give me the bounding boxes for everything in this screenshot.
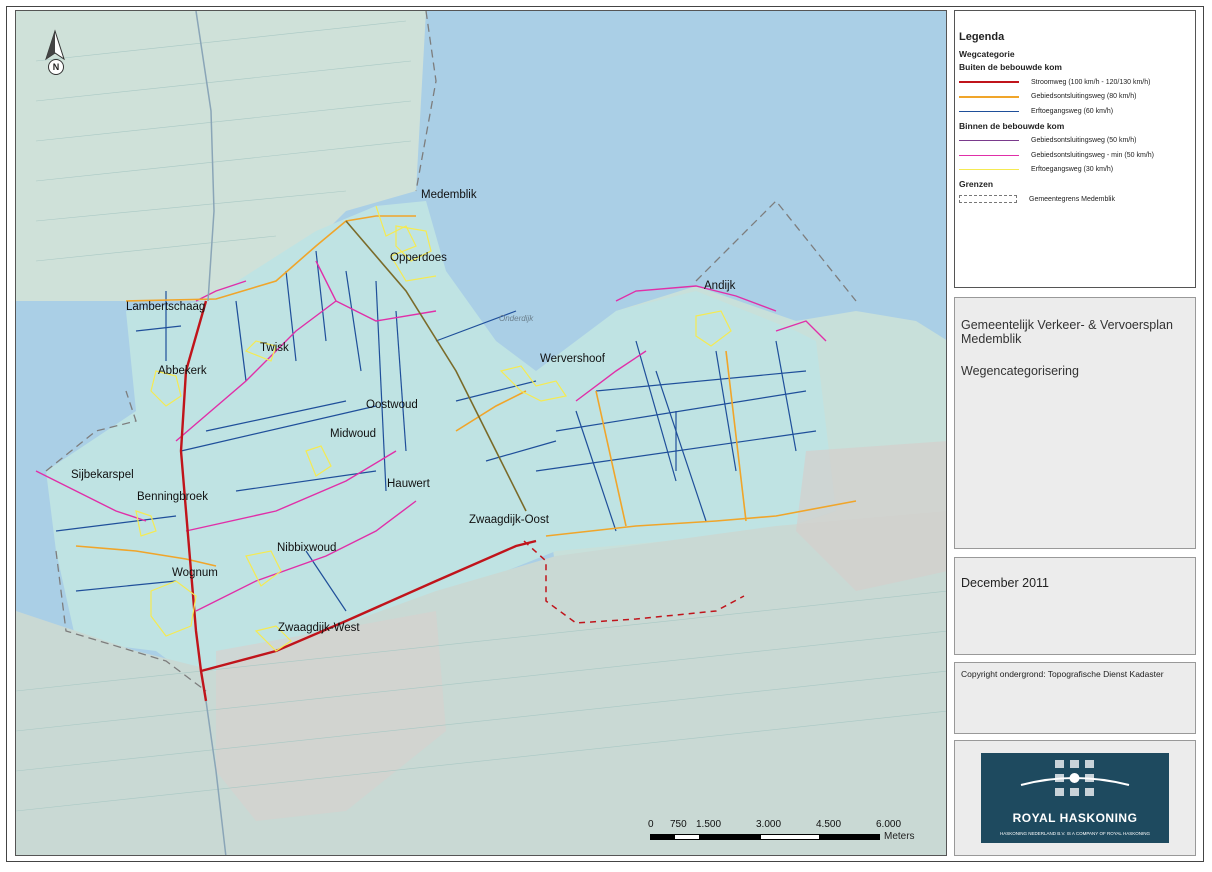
place-label-midwoud: Midwoud	[330, 428, 377, 440]
scale-label: 750	[670, 819, 687, 830]
place-label-andijk: Andijk	[704, 280, 736, 292]
legend-line-swatch	[959, 154, 1019, 156]
legend-item-label: Erftoegangsweg (60 km/h)	[1031, 107, 1114, 115]
scale-segment	[700, 834, 760, 840]
legend-line-swatch	[959, 81, 1019, 84]
logo-tagline: HASKONING NEDERLAND B.V. IS A COMPANY OF…	[1000, 831, 1150, 836]
date-panel: December 2011	[954, 557, 1196, 655]
place-label-benningbroek: Benningbroek	[137, 491, 208, 503]
report-title-line1: Gemeentelijk Verkeer- & Vervoersplan	[961, 318, 1173, 332]
legend-item: Gemeentegrens Medemblik	[959, 192, 1195, 207]
legend-item: Erftoegangsweg (60 km/h)	[959, 104, 1195, 119]
legend-item-label: Gebiedsontsluitingsweg (50 km/h)	[1031, 137, 1137, 145]
legend-item: Erftoegangsweg (30 km/h)	[959, 163, 1195, 178]
title-panel: Gemeentelijk Verkeer- & Vervoersplan Med…	[954, 297, 1196, 549]
scale-label: 0	[648, 819, 654, 830]
place-label-zwaagdijk-oost: Zwaagdijk-Oost	[469, 514, 549, 526]
legend-panel: Legenda Wegcategorie Buiten de bebouwde …	[954, 10, 1196, 288]
legend-item-label: Gemeentegrens Medemblik	[1029, 195, 1115, 203]
legend-line-swatch	[959, 110, 1019, 112]
map-drawing	[16, 11, 946, 855]
copyright-text: Copyright ondergrond: Topografische Dien…	[961, 669, 1164, 679]
scale-label: 4.500	[816, 819, 842, 830]
place-label-lambertschaag: Lambertschaag	[126, 301, 206, 313]
legend-item-label: Erftoegangsweg (30 km/h)	[1031, 166, 1114, 174]
scale-unit: Meters	[884, 831, 915, 842]
legend-line-swatch	[959, 140, 1019, 142]
report-subtitle: Wegencategorisering	[961, 364, 1079, 378]
place-label-zwaagdijk-west: Zwaagdijk-West	[278, 622, 360, 634]
north-arrow-icon	[45, 29, 65, 61]
logo-mark-icon	[1020, 760, 1130, 796]
legend-item-label: Gebiedsontsluitingsweg - min (50 km/h)	[1031, 151, 1154, 159]
scale-label: 3.000	[756, 819, 782, 830]
legend-item-label: Gebiedsontsluitingsweg (80 km/h)	[1031, 93, 1137, 101]
legend-item-label: Stroomweg (100 km/h - 120/130 km/h)	[1031, 78, 1151, 86]
royal-haskoning-logo: ROYAL HASKONING HASKONING NEDERLAND B.V.…	[981, 753, 1169, 843]
legend-line-swatch	[959, 169, 1019, 171]
north-arrow: N	[42, 29, 68, 75]
place-label-oostwoud: Oostwoud	[366, 399, 418, 411]
scale-segment	[650, 834, 674, 840]
logo-panel: ROYAL HASKONING HASKONING NEDERLAND B.V.…	[954, 740, 1196, 856]
place-label-opperdoes: Opperdoes	[390, 252, 447, 264]
legend-inside-title: Binnen de bebouwde kom	[959, 120, 1065, 131]
place-label-hauwert: Hauwert	[387, 478, 430, 490]
legend-item: Stroomweg (100 km/h - 120/130 km/h)	[959, 75, 1195, 90]
report-date: December 2011	[961, 576, 1050, 590]
report-title-line2: Medemblik	[961, 332, 1022, 346]
legend-line-swatch	[959, 95, 1019, 98]
legend-boundaries-title: Grenzen	[959, 179, 994, 189]
place-label-medemblik: Medemblik	[421, 189, 477, 201]
logo-brand: ROYAL HASKONING	[1012, 811, 1138, 825]
scale-segment	[674, 834, 700, 840]
place-label-sijbekarspel: Sijbekarspel	[71, 469, 134, 481]
legend-title: Legenda	[959, 31, 1005, 43]
scale-segment	[760, 834, 820, 840]
scale-label: 1.500	[696, 819, 722, 830]
place-label-wervershoof: Wervershoof	[540, 353, 605, 365]
place-label-twisk: Twisk	[260, 342, 289, 354]
legend-outside-title: Buiten de bebouwde kom	[959, 62, 1062, 72]
legend-item: Gebiedsontsluitingsweg (80 km/h)	[959, 90, 1195, 105]
legend-boundary-swatch	[959, 195, 1017, 204]
scale-bar: 0 750 1.500 3.000 4.500 6.000 Meters	[648, 819, 938, 849]
place-label-abbekerk: Abbekerk	[158, 365, 207, 377]
map-canvas[interactable]: N Medemblik Opperdoes Lambertschaag Twis…	[15, 10, 947, 856]
place-label-nibbixwoud: Nibbixwoud	[277, 542, 337, 554]
legend-item: Gebiedsontsluitingsweg (50 km/h)	[959, 134, 1195, 149]
place-label-wognum: Wognum	[172, 567, 218, 579]
scale-label: 6.000	[876, 819, 902, 830]
north-label: N	[48, 59, 64, 75]
legend-category-title: Wegcategorie	[959, 49, 1015, 59]
legend-item: Gebiedsontsluitingsweg - min (50 km/h)	[959, 148, 1195, 163]
water-label-onderdijk: Onderdijk	[499, 314, 534, 323]
copyright-panel: Copyright ondergrond: Topografische Dien…	[954, 662, 1196, 734]
scale-segment	[820, 834, 880, 840]
